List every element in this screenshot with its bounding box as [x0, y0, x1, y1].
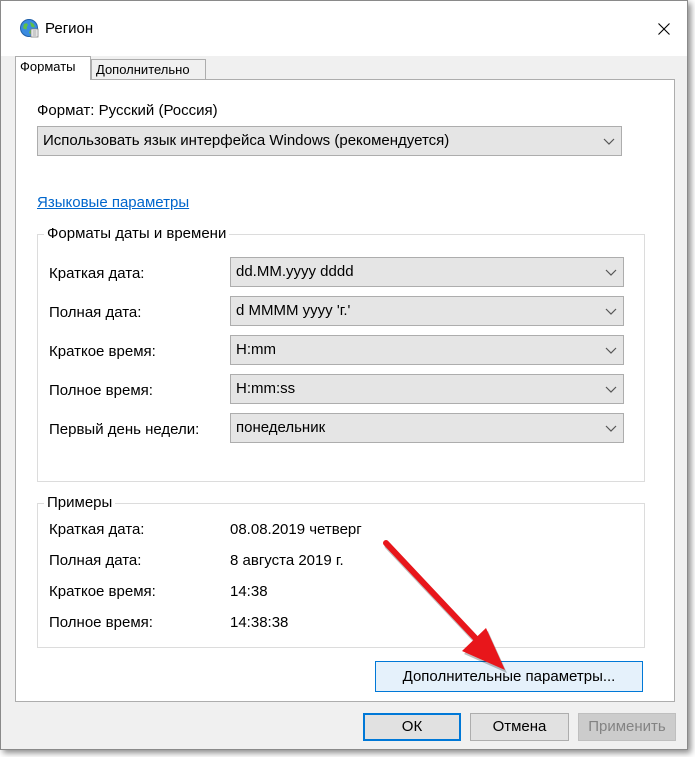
chevron-down-icon: [605, 308, 617, 315]
examples-group-title: Примеры: [44, 494, 116, 511]
chevron-down-icon: [605, 347, 617, 354]
short-time-value: H:mm: [236, 341, 276, 358]
example-short-date-label: Краткая дата:: [49, 521, 145, 538]
first-day-label: Первый день недели:: [49, 421, 200, 438]
chevron-down-icon: [605, 425, 617, 432]
first-day-value: понедельник: [236, 419, 326, 436]
tab-formats[interactable]: Форматы: [15, 56, 91, 80]
apply-button[interactable]: Применить: [578, 713, 676, 741]
format-label: Формат: Русский (Россия): [37, 102, 218, 119]
chevron-down-icon: [605, 386, 617, 393]
long-date-value: d MMMM yyyy 'г.': [236, 302, 351, 319]
format-dropdown[interactable]: Использовать язык интерфейса Windows (ре…: [37, 126, 622, 156]
example-short-time-label: Краткое время:: [49, 583, 156, 600]
globe-icon: [20, 19, 39, 38]
short-date-value: dd.MM.yyyy dddd: [236, 263, 354, 280]
chevron-down-icon: [605, 269, 617, 276]
first-day-dropdown[interactable]: понедельник: [230, 413, 624, 443]
close-button[interactable]: [641, 1, 687, 56]
short-time-label: Краткое время:: [49, 343, 156, 360]
close-icon: [658, 22, 670, 35]
region-dialog: Регион Форматы Дополнительно Формат: Рус…: [0, 0, 688, 750]
ok-button[interactable]: ОК: [363, 713, 461, 741]
example-long-date-value: 8 августа 2019 г.: [230, 552, 344, 569]
long-time-value: H:mm:ss: [236, 380, 296, 397]
cancel-button[interactable]: Отмена: [470, 713, 569, 741]
example-long-time-value: 14:38:38: [230, 614, 289, 631]
long-time-label: Полное время:: [49, 382, 153, 399]
window-title: Регион: [45, 20, 94, 37]
additional-settings-button[interactable]: Дополнительные параметры...: [375, 661, 643, 692]
date-time-formats-group: Форматы даты и времени Краткая дата: dd.…: [37, 225, 645, 482]
long-date-dropdown[interactable]: d MMMM yyyy 'г.': [230, 296, 624, 326]
tab-additional[interactable]: Дополнительно: [91, 59, 206, 79]
format-dropdown-value: Использовать язык интерфейса Windows (ре…: [43, 132, 450, 149]
formats-panel: Формат: Русский (Россия) Использовать яз…: [15, 79, 675, 702]
example-long-date-label: Полная дата:: [49, 552, 142, 569]
date-time-group-title: Форматы даты и времени: [44, 225, 230, 242]
long-time-dropdown[interactable]: H:mm:ss: [230, 374, 624, 404]
language-settings-link[interactable]: Языковые параметры: [37, 194, 189, 211]
title-bar: Регион: [1, 1, 687, 56]
examples-group: Примеры Краткая дата: 08.08.2019 четверг…: [37, 494, 645, 648]
example-long-time-label: Полное время:: [49, 614, 153, 631]
short-date-dropdown[interactable]: dd.MM.yyyy dddd: [230, 257, 624, 287]
example-short-date-value: 08.08.2019 четверг: [230, 521, 362, 538]
long-date-label: Полная дата:: [49, 304, 142, 321]
chevron-down-icon: [603, 138, 615, 145]
short-time-dropdown[interactable]: H:mm: [230, 335, 624, 365]
short-date-label: Краткая дата:: [49, 265, 145, 282]
example-short-time-value: 14:38: [230, 583, 268, 600]
